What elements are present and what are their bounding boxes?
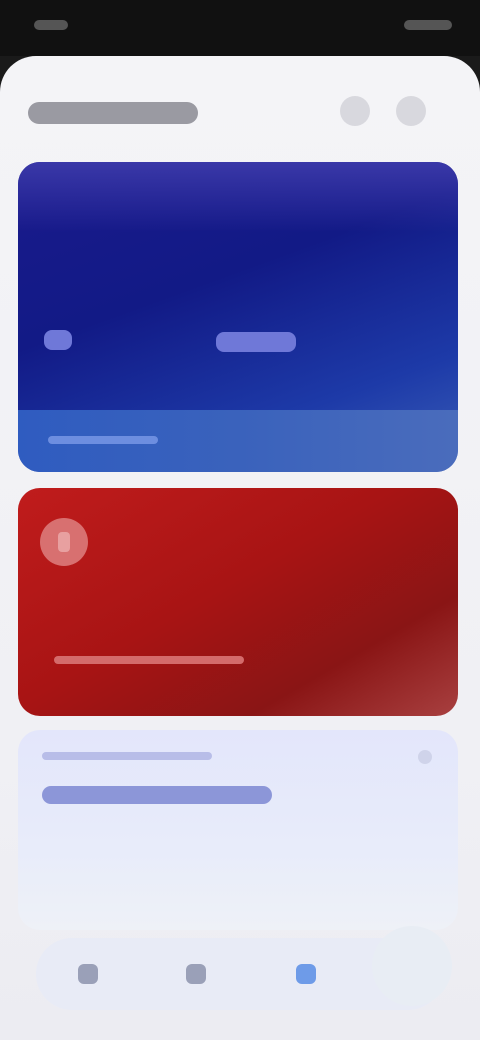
card-footer[interactable]	[18, 410, 458, 472]
promo-caption	[42, 752, 212, 760]
status-time	[34, 20, 68, 30]
home-icon	[78, 964, 98, 984]
favorites-icon	[296, 964, 316, 984]
red-action-card[interactable]	[18, 488, 458, 716]
promo-card[interactable]	[18, 730, 458, 930]
tab-home[interactable]	[70, 956, 106, 992]
status-bar	[0, 0, 480, 56]
promo-title	[42, 786, 272, 804]
document-icon	[40, 518, 88, 566]
app-header	[0, 56, 480, 166]
stat-value-left	[44, 330, 72, 350]
list-icon	[186, 964, 206, 984]
card-footer-link	[48, 436, 158, 444]
stat-value-right	[216, 332, 296, 352]
blue-summary-card[interactable]	[18, 162, 458, 472]
card-header-band	[18, 162, 458, 232]
search-icon[interactable]	[340, 96, 370, 126]
tab-favorites[interactable]	[288, 956, 324, 992]
red-card-title	[54, 656, 244, 664]
more-icon[interactable]	[396, 96, 426, 126]
profile-button[interactable]	[372, 926, 452, 1006]
tab-list[interactable]	[178, 956, 214, 992]
status-icons	[404, 20, 452, 30]
promo-dismiss-icon[interactable]	[418, 750, 432, 764]
page-title	[28, 102, 198, 124]
